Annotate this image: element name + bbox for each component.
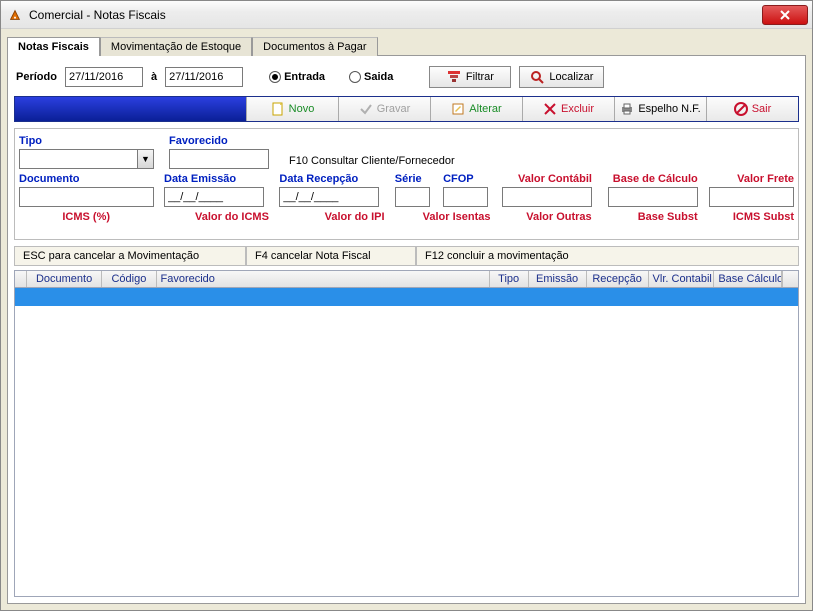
- radio-saida[interactable]: Saida: [349, 71, 393, 83]
- valor-outras-label: Valor Outras: [526, 211, 591, 223]
- grid: Documento Código Favorecido Tipo Emissão…: [14, 270, 799, 597]
- valor-contabil-input[interactable]: [502, 187, 592, 207]
- form-area: Tipo ▼ Favorecido F10 Consultar Cliente/…: [14, 128, 799, 240]
- date-from-input[interactable]: [65, 67, 143, 87]
- save-check-icon: [359, 102, 373, 116]
- app-window: Comercial - Notas Fiscais Notas Fiscais …: [0, 0, 813, 611]
- a-label: à: [151, 71, 157, 83]
- valor-frete-label: Valor Frete: [737, 173, 794, 185]
- tab-mov-estoque[interactable]: Movimentação de Estoque: [100, 37, 252, 56]
- delete-x-icon: [543, 102, 557, 116]
- cfop-input[interactable]: [443, 187, 488, 207]
- alterar-button[interactable]: Alterar: [430, 97, 522, 121]
- content-area: Notas Fiscais Movimentação de Estoque Do…: [1, 29, 812, 610]
- sair-button[interactable]: Sair: [706, 97, 798, 121]
- serie-label: Série: [395, 173, 433, 185]
- valor-isentas-label: Valor Isentas: [423, 211, 491, 223]
- col-codigo[interactable]: Código: [102, 271, 156, 287]
- filter-icon: [447, 70, 461, 84]
- window-close-button[interactable]: [762, 5, 808, 25]
- tipo-dropdown-button[interactable]: ▼: [137, 149, 154, 169]
- tipo-combo[interactable]: ▼: [19, 149, 159, 169]
- footnotes-row: ESC para cancelar a Movimentação F4 canc…: [14, 246, 799, 266]
- espelho-label: Espelho N.F.: [638, 103, 700, 115]
- main-toolbar: Novo Gravar Alterar Excluir Espelho N.F.: [14, 96, 799, 122]
- note-f4: F4 cancelar Nota Fiscal: [246, 246, 416, 266]
- favorecido-input[interactable]: [169, 149, 269, 169]
- base-calculo-label: Base de Cálculo: [613, 173, 698, 185]
- documento-label: Documento: [19, 173, 154, 185]
- gravar-label: Gravar: [377, 103, 411, 115]
- base-calculo-input[interactable]: [608, 187, 698, 207]
- tab-doc-pagar[interactable]: Documentos à Pagar: [252, 37, 377, 56]
- radio-entrada-label: Entrada: [284, 71, 325, 83]
- favorecido-label: Favorecido: [169, 135, 279, 147]
- excluir-button[interactable]: Excluir: [522, 97, 614, 121]
- espelho-button[interactable]: Espelho N.F.: [614, 97, 706, 121]
- filtrar-label: Filtrar: [466, 71, 494, 83]
- radio-saida-circle: [349, 71, 361, 83]
- tipo-label: Tipo: [19, 135, 159, 147]
- localizar-label: Localizar: [549, 71, 593, 83]
- col-emissao[interactable]: Emissão: [529, 271, 587, 287]
- col-tipo[interactable]: Tipo: [490, 271, 529, 287]
- excluir-label: Excluir: [561, 103, 594, 115]
- tab-body: Período à Entrada Saida Filtrar: [7, 55, 806, 604]
- col-documento[interactable]: Documento: [27, 271, 102, 287]
- radio-entrada[interactable]: Entrada: [269, 71, 325, 83]
- valor-frete-input[interactable]: [709, 187, 794, 207]
- valor-ipi-label: Valor do IPI: [325, 211, 385, 223]
- valor-contabil-label: Valor Contábil: [518, 173, 592, 185]
- serie-input[interactable]: [395, 187, 430, 207]
- new-icon: [271, 102, 285, 116]
- titlebar: Comercial - Notas Fiscais: [1, 1, 812, 29]
- app-icon: [7, 7, 23, 23]
- exit-icon: [734, 102, 748, 116]
- radio-saida-label: Saida: [364, 71, 393, 83]
- periodo-label: Período: [16, 71, 57, 83]
- icms-subst-label: ICMS Subst: [733, 211, 794, 223]
- novo-label: Novo: [289, 103, 315, 115]
- toolbar-spacer: [15, 97, 246, 121]
- valor-icms-label: Valor do ICMS: [195, 211, 269, 223]
- tab-notas-fiscais[interactable]: Notas Fiscais: [7, 37, 100, 56]
- col-base-calculo[interactable]: Base Cálculo: [714, 271, 782, 287]
- col-favorecido[interactable]: Favorecido: [157, 271, 490, 287]
- edit-icon: [451, 102, 465, 116]
- gravar-button[interactable]: Gravar: [338, 97, 430, 121]
- window-title: Comercial - Notas Fiscais: [29, 8, 756, 22]
- col-vlr-contabil[interactable]: Vlr. Contabil: [649, 271, 715, 287]
- data-emissao-label: Data Emissão: [164, 173, 269, 185]
- data-emissao-input[interactable]: [164, 187, 264, 207]
- cliente-hint: F10 Consultar Cliente/Fornecedor: [289, 155, 455, 167]
- grid-selected-row[interactable]: [15, 288, 798, 306]
- data-recepcao-label: Data Recepção: [279, 173, 384, 185]
- tabs-row: Notas Fiscais Movimentação de Estoque Do…: [7, 33, 806, 55]
- novo-button[interactable]: Novo: [246, 97, 338, 121]
- grid-body[interactable]: [15, 288, 798, 596]
- alterar-label: Alterar: [469, 103, 501, 115]
- search-icon: [530, 70, 544, 84]
- icms-pct-label: ICMS (%): [62, 211, 110, 223]
- radio-entrada-circle: [269, 71, 281, 83]
- filtrar-button[interactable]: Filtrar: [429, 66, 511, 88]
- cfop-label: CFOP: [443, 173, 491, 185]
- note-esc: ESC para cancelar a Movimentação: [14, 246, 246, 266]
- data-recepcao-input[interactable]: [279, 187, 379, 207]
- tipo-input[interactable]: [19, 149, 137, 169]
- grid-header-pad: [782, 271, 798, 287]
- filter-row: Período à Entrada Saida Filtrar: [14, 62, 799, 96]
- grid-header-gutter: [15, 271, 27, 287]
- localizar-button[interactable]: Localizar: [519, 66, 604, 88]
- col-recepcao[interactable]: Recepção: [587, 271, 649, 287]
- documento-input[interactable]: [19, 187, 154, 207]
- print-icon: [620, 102, 634, 116]
- grid-header: Documento Código Favorecido Tipo Emissão…: [15, 271, 798, 288]
- sair-label: Sair: [752, 103, 772, 115]
- note-f12: F12 concluir a movimentação: [416, 246, 799, 266]
- date-to-input[interactable]: [165, 67, 243, 87]
- base-subst-label: Base Subst: [638, 211, 698, 223]
